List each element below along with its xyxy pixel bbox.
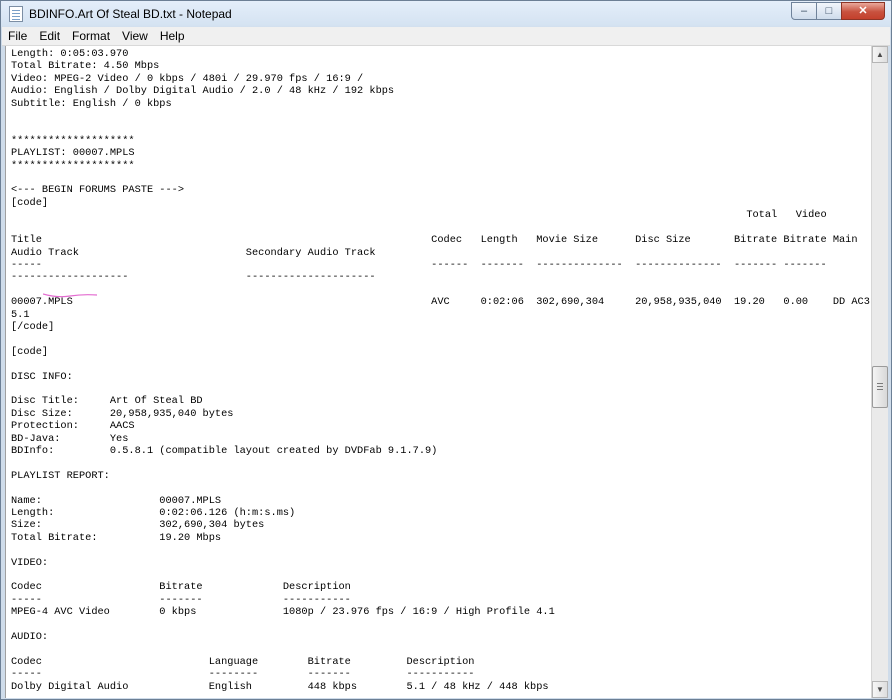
- title-bar[interactable]: BDINFO.Art Of Steal BD.txt - Notepad – □…: [1, 1, 891, 27]
- text-editor-area[interactable]: Length: 0:05:03.970 Total Bitrate: 4.50 …: [5, 46, 872, 698]
- document-text[interactable]: Length: 0:05:03.970 Total Bitrate: 4.50 …: [6, 46, 872, 693]
- menu-format[interactable]: Format: [66, 27, 116, 45]
- scroll-thumb[interactable]: [872, 366, 888, 408]
- caption-buttons: – □ ✕: [791, 2, 885, 20]
- notepad-window: BDINFO.Art Of Steal BD.txt - Notepad – □…: [0, 0, 892, 700]
- maximize-button[interactable]: □: [816, 2, 842, 20]
- grip-icon: [877, 383, 883, 384]
- scroll-down-button[interactable]: ▼: [872, 681, 888, 698]
- menu-edit[interactable]: Edit: [33, 27, 66, 45]
- spellcheck-underline: [43, 293, 97, 298]
- menu-view[interactable]: View: [116, 27, 154, 45]
- notepad-app-icon[interactable]: [9, 6, 23, 22]
- vertical-scrollbar[interactable]: ▲ ▼: [871, 46, 888, 698]
- scroll-up-button[interactable]: ▲: [872, 46, 888, 63]
- menu-file[interactable]: File: [2, 27, 33, 45]
- menu-help[interactable]: Help: [154, 27, 191, 45]
- window-title: BDINFO.Art Of Steal BD.txt - Notepad: [29, 7, 232, 21]
- minimize-button[interactable]: –: [791, 2, 817, 20]
- close-button[interactable]: ✕: [841, 2, 885, 20]
- menu-bar: File Edit Format View Help: [2, 27, 890, 46]
